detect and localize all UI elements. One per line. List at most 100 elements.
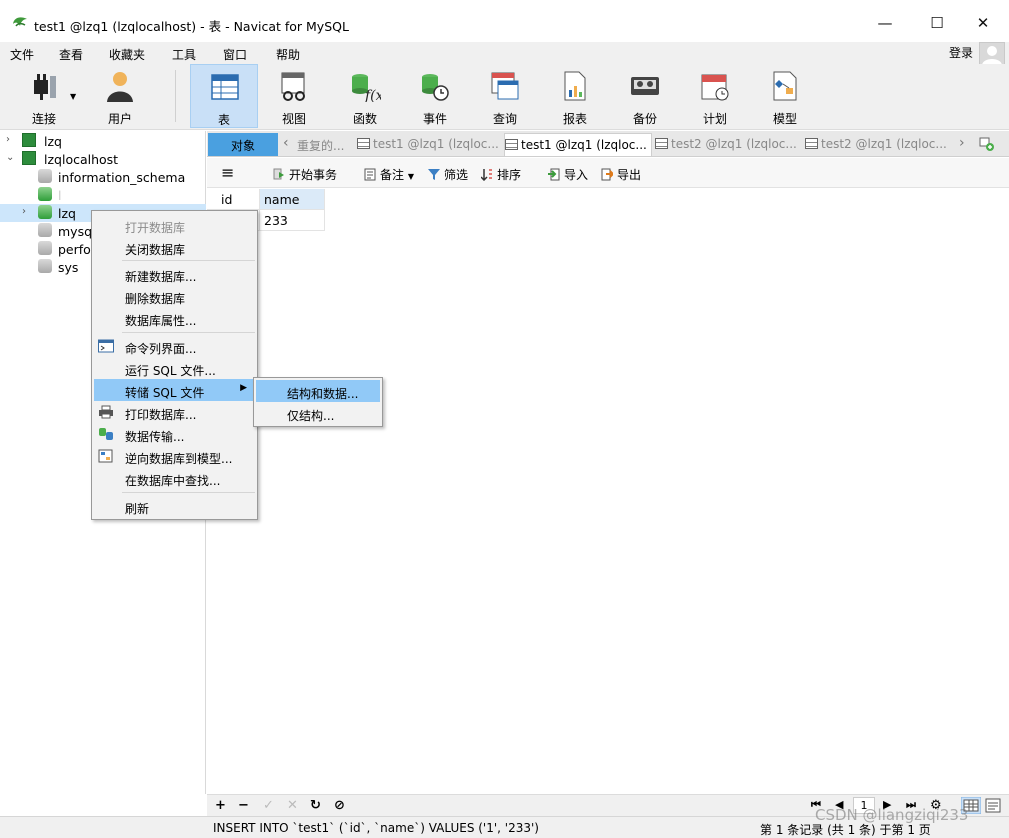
event-icon (422, 74, 449, 101)
chevron-right-icon[interactable]: › (6, 134, 10, 145)
toolbar-label: 导出 (617, 168, 642, 182)
toolbar-function[interactable]: f(x) 函数 (331, 64, 399, 128)
toolbar-label: 排序 (497, 168, 522, 182)
toolbar-event[interactable]: 事件 (401, 64, 469, 128)
toolbar-label: 备份 (632, 112, 657, 126)
import-button[interactable]: 导入 (548, 166, 588, 183)
chevron-right-icon[interactable]: › (22, 206, 26, 217)
minimize-button[interactable]: — (862, 8, 908, 38)
menu-item-dump-sql-file[interactable]: 转储 SQL 文件 ▶ (94, 379, 255, 401)
menu-item-structure-and-data[interactable]: 结构和数据... (256, 380, 380, 402)
menu-item-label: 打开数据库 (125, 221, 186, 235)
toolbar-connection[interactable]: ▼ 连接 (10, 64, 78, 128)
tab-objects[interactable]: 对象 (208, 133, 278, 156)
menu-item-label: 关闭数据库 (125, 243, 186, 257)
window-title: test1 @lzq1 (lzqlocalhost) - 表 - Navicat… (34, 19, 349, 34)
tab-item[interactable]: test2 @lzq1 (lzqloc... (655, 133, 803, 156)
menu-item-delete-database[interactable]: 删除数据库 (94, 285, 255, 307)
add-record-button[interactable]: + (215, 798, 226, 813)
form-view-icon[interactable] (985, 798, 1001, 813)
tab-item-current[interactable]: test1 @lzq1 (lzqloc... (504, 133, 652, 156)
tab-label: test1 @lzq1 (lzqloc... (521, 138, 647, 152)
toolbar-label: 事件 (422, 112, 447, 126)
menu-favorites[interactable]: 收藏夹 (109, 46, 145, 63)
toolbar-model[interactable]: 模型 (751, 64, 819, 128)
tree-item-connection[interactable]: ⌄ lzqlocalhost (0, 150, 206, 168)
menu-item-new-database[interactable]: 新建数据库... (94, 263, 255, 285)
menu-item-structure-only[interactable]: 仅结构... (256, 402, 380, 424)
table-cell[interactable]: 233 (260, 210, 325, 231)
menu-item-find-in-database[interactable]: 在数据库中查找... (94, 467, 255, 489)
toolbar-view[interactable]: 视图 (260, 64, 328, 128)
toolbar-label: 表 (217, 113, 230, 127)
refresh-button[interactable]: ↻ (310, 798, 321, 813)
maximize-button[interactable]: ☐ (914, 8, 960, 38)
toolbar-query[interactable]: 查询 (471, 64, 539, 128)
toolbar-label: 连接 (31, 112, 56, 126)
stop-button[interactable]: ⊘ (334, 798, 345, 813)
apply-changes-button[interactable]: ✓ (263, 798, 274, 813)
note-button[interactable]: 备注 ▼ (364, 166, 414, 183)
chevron-left-icon[interactable]: ‹ (283, 135, 289, 151)
tab-item[interactable]: test1 @lzq1 (lzqloc... (357, 133, 503, 156)
console-icon (98, 339, 114, 353)
menu-file[interactable]: 文件 (10, 46, 34, 63)
user-icon (107, 72, 133, 102)
menu-item-reverse-to-model[interactable]: 逆向数据库到模型... (94, 445, 255, 467)
chevron-down-icon[interactable]: ⌄ (6, 152, 14, 163)
menu-item-console[interactable]: 命令列界面... (94, 335, 255, 357)
model-icon (773, 71, 797, 101)
tree-item-label: perfo (58, 242, 91, 257)
column-header-name[interactable]: name (260, 189, 325, 210)
tree-item-database[interactable]: information_schema (0, 168, 206, 186)
menu-item-label: 刷新 (125, 502, 150, 516)
toolbar-schedule[interactable]: 计划 (681, 64, 749, 128)
menu-window[interactable]: 窗口 (223, 46, 247, 63)
menu-item-label: 逆向数据库到模型... (125, 452, 233, 466)
menu-item-open-database[interactable]: 打开数据库 (94, 214, 255, 236)
chevron-down-icon[interactable]: ▼ (70, 92, 76, 101)
menu-item-data-transfer[interactable]: 数据传输... (94, 423, 255, 445)
toolbar-backup[interactable]: 备份 (611, 64, 679, 128)
menu-separator (122, 332, 255, 333)
delete-record-button[interactable]: − (238, 798, 249, 813)
toolbar-report[interactable]: 报表 (541, 64, 609, 128)
toolbar-user[interactable]: 用户 (86, 64, 154, 128)
menu-tools[interactable]: 工具 (172, 46, 196, 63)
begin-transaction-button[interactable]: 开始事务 (273, 166, 337, 183)
menu-item-print-database[interactable]: 打印数据库... (94, 401, 255, 423)
menu-bar: 文件 查看 收藏夹 工具 窗口 帮助 (0, 42, 1009, 64)
export-button[interactable]: 导出 (601, 166, 641, 183)
context-menu: 打开数据库 关闭数据库 新建数据库... 删除数据库 数据库属性... 命令列界… (91, 210, 258, 520)
tab-item[interactable]: test2 @lzq1 (lzqloc... (805, 133, 953, 156)
menu-item-run-sql-file[interactable]: 运行 SQL 文件... (94, 357, 255, 379)
menu-item-close-database[interactable]: 关闭数据库 (94, 236, 255, 258)
tab-item[interactable]: 重复的... (297, 133, 355, 156)
toolbar-table[interactable]: 表 (190, 64, 258, 128)
discard-changes-button[interactable]: ✕ (287, 798, 298, 813)
plug-icon (34, 74, 56, 100)
menu-help[interactable]: 帮助 (276, 46, 300, 63)
menu-item-database-properties[interactable]: 数据库属性... (94, 307, 255, 329)
menu-icon[interactable]: ≡ (221, 163, 234, 182)
chevron-down-icon: ▼ (407, 172, 414, 181)
new-tab-icon[interactable] (979, 137, 995, 151)
close-button[interactable]: ✕ (960, 8, 1006, 38)
edit-table-icon (655, 138, 668, 149)
menu-item-refresh[interactable]: 刷新 (94, 495, 255, 517)
connection-icon (22, 133, 36, 147)
login-link[interactable]: 登录 (949, 44, 973, 61)
filter-button[interactable]: 筛选 (428, 166, 468, 183)
tree-item-database[interactable]: l (0, 186, 206, 204)
export-icon (601, 168, 613, 181)
column-header-id[interactable]: id (207, 189, 260, 210)
submenu-arrow-icon: ▶ (240, 383, 247, 393)
menu-view[interactable]: 查看 (59, 46, 83, 63)
sort-button[interactable]: 排序 (481, 166, 521, 183)
table-icon (505, 139, 518, 150)
menu-item-label: 数据库属性... (125, 314, 197, 328)
tree-item-connection[interactable]: › lzq (0, 132, 206, 150)
view-icon (281, 72, 305, 101)
avatar[interactable] (979, 42, 1005, 66)
chevron-right-icon[interactable]: › (959, 135, 965, 151)
